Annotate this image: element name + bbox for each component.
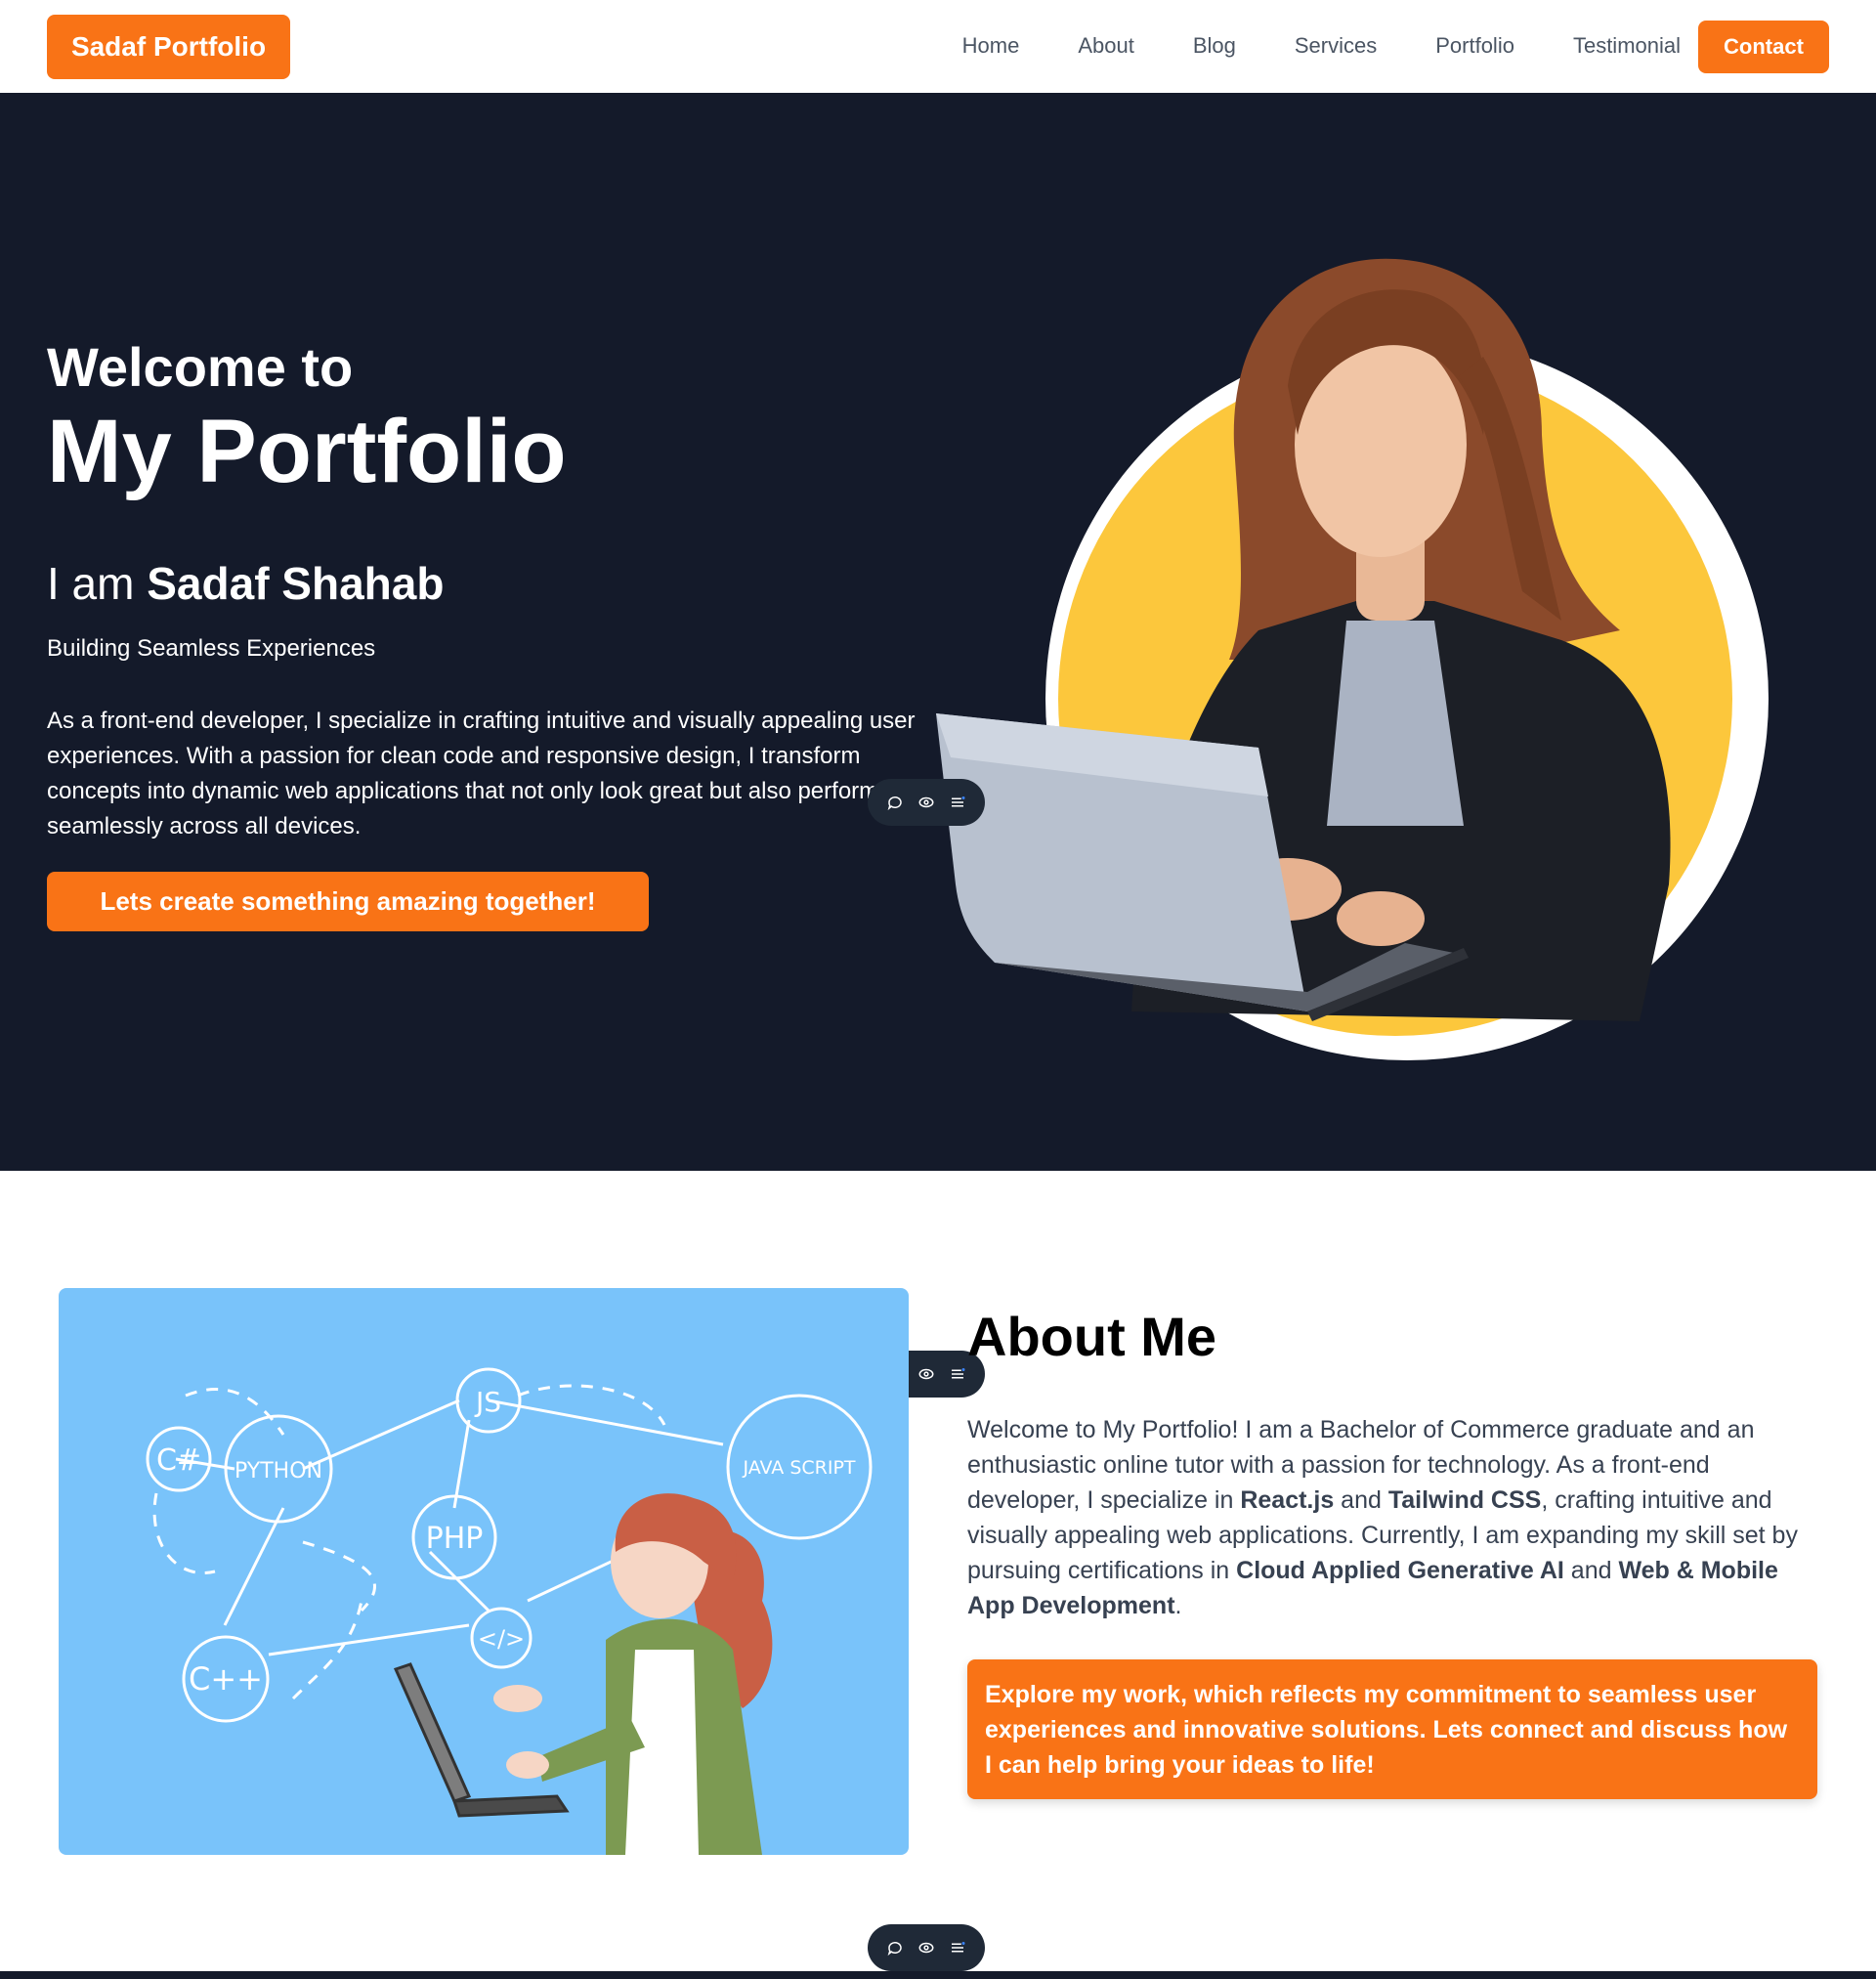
nav-link-home[interactable]: Home bbox=[933, 22, 1049, 70]
navbar: Sadaf Portfolio Home About Blog Services… bbox=[0, 0, 1876, 93]
brand-logo-button[interactable]: Sadaf Portfolio bbox=[47, 15, 290, 79]
csharp-label: C# bbox=[156, 1443, 201, 1478]
eye-icon[interactable] bbox=[917, 1939, 935, 1957]
list-icon[interactable] bbox=[949, 1365, 966, 1383]
hero-section: Welcome to My Portfolio I am Sadaf Shaha… bbox=[0, 93, 1876, 1171]
nav-link-portfolio[interactable]: Portfolio bbox=[1406, 22, 1544, 70]
about-cta-box: Explore my work, which reflects my commi… bbox=[967, 1659, 1817, 1799]
tech-network-illustration: C# PYTHON JS JAVA SCRIPT PHP </> C++ bbox=[146, 1367, 873, 1855]
next-section-edge bbox=[0, 1971, 1876, 1979]
javascript-label: JAVA SCRIPT bbox=[742, 1457, 855, 1479]
about-illustration: C# PYTHON JS JAVA SCRIPT PHP </> C++ bbox=[59, 1288, 909, 1855]
hero-name: Sadaf Shahab bbox=[147, 558, 445, 609]
eye-icon[interactable] bbox=[917, 1365, 935, 1383]
about-skill-tailwind: Tailwind CSS bbox=[1387, 1486, 1542, 1514]
hero-title: My Portfolio bbox=[47, 402, 567, 501]
hero-cta-button[interactable]: Lets create something amazing together! bbox=[47, 872, 649, 931]
list-icon[interactable] bbox=[949, 794, 966, 811]
contact-button[interactable]: Contact bbox=[1698, 21, 1829, 73]
nav-link-about[interactable]: About bbox=[1048, 22, 1164, 70]
about-text-4: and bbox=[1563, 1557, 1619, 1584]
comment-icon[interactable] bbox=[886, 794, 904, 811]
php-label: PHP bbox=[426, 1522, 484, 1556]
nav-link-blog[interactable]: Blog bbox=[1164, 22, 1265, 70]
list-icon[interactable] bbox=[949, 1939, 966, 1957]
nav-link-testimonial[interactable]: Testimonial bbox=[1544, 22, 1710, 70]
hero-tagline: Building Seamless Experiences bbox=[47, 635, 376, 662]
floating-toolbar bbox=[868, 1924, 985, 1971]
about-skill-react: React.js bbox=[1240, 1486, 1335, 1514]
hero-description: As a front-end developer, I specialize i… bbox=[47, 708, 916, 839]
about-text-2: and bbox=[1334, 1486, 1388, 1514]
js-label: JS bbox=[474, 1386, 501, 1418]
hero-intro: I am Sadaf Shahab bbox=[47, 557, 444, 610]
floating-toolbar bbox=[868, 779, 985, 826]
nav-link-services[interactable]: Services bbox=[1265, 22, 1406, 70]
hero-welcome: Welcome to bbox=[47, 336, 354, 398]
about-description: Welcome to My Portfolio! I am a Bachelor… bbox=[967, 1412, 1822, 1623]
cpp-label: C++ bbox=[189, 1660, 263, 1698]
hero-intro-prefix: I am bbox=[47, 558, 148, 609]
eye-icon[interactable] bbox=[917, 794, 935, 811]
comment-icon[interactable] bbox=[886, 1939, 904, 1957]
python-label: PYTHON bbox=[234, 1459, 322, 1484]
about-cert-ai: Cloud Applied Generative AI bbox=[1236, 1557, 1564, 1584]
code-tag-label: </> bbox=[478, 1625, 525, 1653]
hero-portrait-image bbox=[936, 258, 1769, 1060]
nav-links: Home About Blog Services Portfolio Testi… bbox=[933, 22, 1710, 70]
about-title: About Me bbox=[967, 1306, 1217, 1367]
about-text-5: . bbox=[1174, 1592, 1182, 1619]
